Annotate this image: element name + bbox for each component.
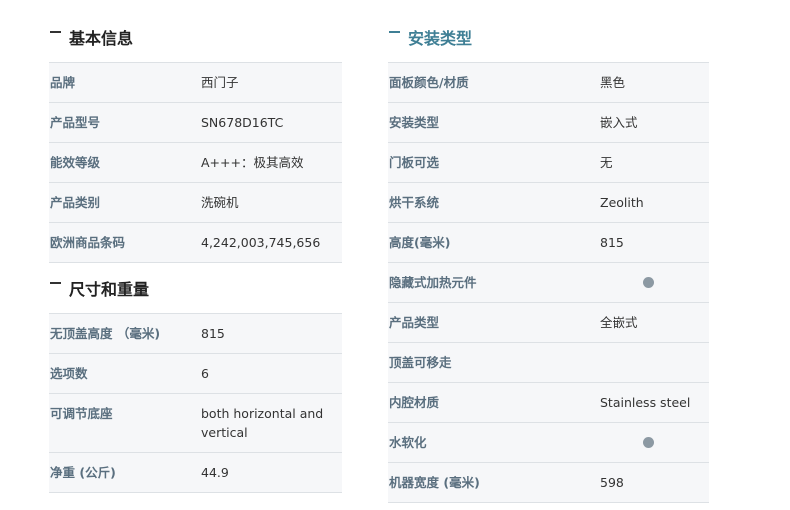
spec-label: 门板可选 — [388, 142, 588, 183]
spec-value: 815 — [588, 222, 709, 263]
spec-value: 洗碗机 — [189, 182, 342, 223]
spec-label: 净重 (公斤) — [49, 452, 189, 493]
spec-value: 4,242,003,745,656 — [189, 222, 342, 263]
spec-label: 无顶盖高度 （毫米) — [49, 313, 189, 354]
spec-value: both horizontal and vertical — [189, 393, 342, 453]
spec-value — [588, 422, 709, 463]
table-row: 选项数 6 — [49, 353, 342, 394]
spec-label: 面板颜色/材质 — [388, 62, 588, 103]
table-row: 可调节底座 both horizontal and vertical — [49, 393, 342, 453]
section-title-label: 安装类型 — [408, 29, 473, 48]
spec-value: A+++：极其高效 — [189, 142, 342, 183]
spec-label: 隐藏式加热元件 — [388, 262, 588, 303]
table-row: 门板可选 无 — [388, 142, 709, 183]
spec-label: 欧洲商品条码 — [49, 222, 189, 263]
table-row: 隐藏式加热元件 — [388, 262, 709, 303]
spec-value — [588, 262, 709, 303]
dot-icon — [643, 277, 654, 288]
spec-value: 815 — [189, 313, 342, 354]
spec-label: 可调节底座 — [49, 393, 189, 453]
spec-value: 6 — [189, 353, 342, 394]
spec-value: 全嵌式 — [588, 302, 709, 343]
spec-label: 选项数 — [49, 353, 189, 394]
spec-value: Stainless steel — [588, 382, 709, 423]
table-row: 高度(毫米) 815 — [388, 222, 709, 263]
table-row: 烘干系统 Zeolith — [388, 182, 709, 223]
spec-value: 无 — [588, 142, 709, 183]
table-row: 安装类型 嵌入式 — [388, 102, 709, 143]
table-row: 净重 (公斤) 44.9 — [49, 452, 342, 493]
spec-value: SN678D16TC — [189, 102, 342, 143]
spec-label: 能效等级 — [49, 142, 189, 183]
spec-value — [588, 342, 709, 383]
section-title-install-type: 安装类型 — [389, 25, 472, 49]
table-row: 顶盖可移走 — [388, 342, 709, 383]
install-type-table: 面板颜色/材质 黑色 安装类型 嵌入式 门板可选 无 烘干系统 Zeolith … — [388, 62, 709, 503]
spec-label: 产品类别 — [49, 182, 189, 223]
section-title-label: 尺寸和重量 — [69, 280, 150, 299]
spec-label: 产品型号 — [49, 102, 189, 143]
spec-label: 高度(毫米) — [388, 222, 588, 263]
section-title-size-weight: 尺寸和重量 — [50, 276, 149, 300]
spec-value: Zeolith — [588, 182, 709, 223]
size-weight-table: 无顶盖高度 （毫米) 815 选项数 6 可调节底座 both horizont… — [49, 313, 342, 493]
table-row: 能效等级 A+++：极其高效 — [49, 142, 342, 183]
table-row: 品牌 西门子 — [49, 62, 342, 103]
table-row: 产品类别 洗碗机 — [49, 182, 342, 223]
spec-label: 机器宽度 (毫米) — [388, 462, 588, 503]
spec-value: 黑色 — [588, 62, 709, 103]
spec-value: 598 — [588, 462, 709, 503]
spec-value: 44.9 — [189, 452, 342, 493]
section-title-label: 基本信息 — [69, 29, 134, 48]
spec-label: 水软化 — [388, 422, 588, 463]
dash-icon — [389, 31, 400, 33]
table-row: 无顶盖高度 （毫米) 815 — [49, 313, 342, 354]
spec-label: 品牌 — [49, 62, 189, 103]
dash-icon — [50, 31, 61, 33]
dot-icon — [643, 437, 654, 448]
table-row: 欧洲商品条码 4,242,003,745,656 — [49, 222, 342, 263]
spec-value: 嵌入式 — [588, 102, 709, 143]
spec-label: 内腔材质 — [388, 382, 588, 423]
table-row: 产品型号 SN678D16TC — [49, 102, 342, 143]
spec-label: 烘干系统 — [388, 182, 588, 223]
section-title-basic-info: 基本信息 — [50, 25, 133, 49]
table-row: 水软化 — [388, 422, 709, 463]
basic-info-table: 品牌 西门子 产品型号 SN678D16TC 能效等级 A+++：极其高效 产品… — [49, 62, 342, 263]
spec-value: 西门子 — [189, 62, 342, 103]
spec-label: 产品类型 — [388, 302, 588, 343]
table-row: 内腔材质 Stainless steel — [388, 382, 709, 423]
spec-label: 顶盖可移走 — [388, 342, 588, 383]
dash-icon — [50, 282, 61, 284]
table-row: 机器宽度 (毫米) 598 — [388, 462, 709, 503]
spec-label: 安装类型 — [388, 102, 588, 143]
table-row: 面板颜色/材质 黑色 — [388, 62, 709, 103]
table-row: 产品类型 全嵌式 — [388, 302, 709, 343]
